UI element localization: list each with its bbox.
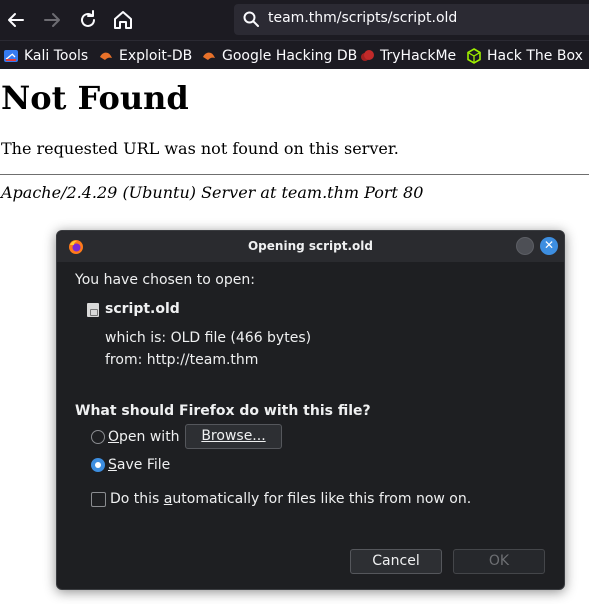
bookmark-label: Kali Tools — [24, 48, 89, 64]
bookmark-label: Google Hacking DB — [222, 48, 358, 64]
browse-label: Browse... — [201, 428, 266, 444]
open-with-text: pen with — [119, 429, 180, 445]
open-with-radio[interactable] — [91, 430, 105, 444]
bookmarks-bar: Kali Tools Exploit-DB Google Hacking DB … — [0, 40, 589, 69]
exploit-db-icon — [98, 48, 114, 64]
file-icon — [87, 303, 99, 317]
file-type-row: which is: OLD file (466 bytes) — [105, 330, 311, 346]
ghdb-icon — [201, 48, 217, 64]
save-file-mnemonic: S — [108, 457, 117, 473]
bookmark-hack-the-box[interactable]: Hack The Box — [466, 46, 583, 66]
open-with-label[interactable]: Open with — [108, 429, 180, 445]
dialog-title: Opening script.old — [247, 239, 373, 253]
close-icon: ✕ — [543, 238, 555, 252]
from-value: http://team.thm — [146, 352, 259, 368]
bookmark-label: TryHackMe — [380, 48, 457, 64]
dialog-intro: You have chosen to open: — [75, 272, 255, 288]
error-message: The requested URL was not found on this … — [1, 139, 399, 158]
close-button[interactable]: ✕ — [540, 237, 558, 255]
url-bar[interactable]: team.thm/scripts/script.old — [234, 4, 589, 35]
search-icon — [242, 10, 260, 28]
home-icon[interactable] — [111, 8, 135, 32]
file-name: script.old — [105, 301, 180, 317]
which-is-label: which is: — [105, 330, 167, 346]
bookmark-tryhackme[interactable]: TryHackMe — [359, 46, 456, 66]
which-is-value: OLD file (466 bytes) — [170, 330, 312, 346]
open-with-mnemonic: O — [108, 429, 120, 445]
reload-icon[interactable] — [76, 8, 100, 32]
forward-arrow-icon[interactable] — [40, 8, 64, 32]
auto-text-a: Do this — [110, 491, 164, 507]
download-dialog: Opening script.old ✕ You have chosen to … — [56, 230, 565, 590]
minimize-button[interactable] — [516, 237, 534, 255]
tryhackme-icon — [359, 48, 375, 64]
bookmark-label: Exploit-DB — [119, 48, 193, 64]
auto-action-checkbox[interactable] — [91, 492, 106, 507]
kali-icon — [3, 48, 19, 64]
bookmark-google-hacking-db[interactable]: Google Hacking DB — [201, 46, 357, 66]
browser-toolbar: team.thm/scripts/script.old — [0, 0, 589, 40]
bookmark-kali-tools[interactable]: Kali Tools — [3, 46, 88, 66]
page-title: Not Found — [1, 79, 189, 117]
back-arrow-icon[interactable] — [4, 8, 28, 32]
hackthebox-icon — [466, 48, 482, 64]
cancel-button[interactable]: Cancel — [350, 549, 442, 574]
file-source-row: from: http://team.thm — [105, 352, 258, 368]
server-signature: Apache/2.4.29 (Ubuntu) Server at team.th… — [1, 183, 424, 202]
action-question: What should Firefox do with this file? — [75, 403, 371, 419]
bookmark-label: Hack The Box — [487, 48, 583, 64]
divider — [0, 174, 589, 175]
save-file-text: ave File — [116, 457, 171, 473]
save-file-radio[interactable] — [91, 458, 105, 472]
auto-text-b: utomatically for files like this from no… — [172, 491, 472, 507]
auto-action-label[interactable]: Do this automatically for files like thi… — [110, 491, 471, 507]
bookmark-exploit-db[interactable]: Exploit-DB — [98, 46, 192, 66]
dialog-titlebar[interactable]: Opening script.old ✕ — [57, 231, 564, 262]
ok-button[interactable]: OK — [453, 549, 545, 574]
url-text[interactable]: team.thm/scripts/script.old — [268, 10, 457, 26]
save-file-label[interactable]: Save File — [108, 457, 170, 473]
browse-button[interactable]: Browse... — [185, 424, 282, 449]
from-label: from: — [105, 352, 143, 368]
